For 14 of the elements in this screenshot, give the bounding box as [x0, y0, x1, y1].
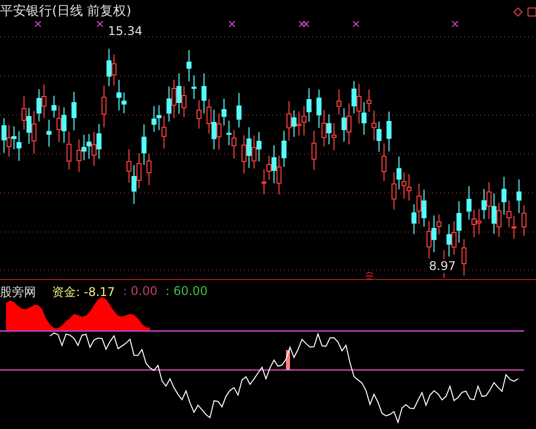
cross-marker-icon — [452, 21, 458, 27]
cross-marker-icon — [35, 21, 41, 27]
indicator-reading: : 60.00 — [165, 284, 208, 300]
indicator-reading: 资金: -8.17 — [52, 284, 115, 301]
diamond-icon[interactable] — [513, 7, 523, 17]
low-price-label: 8.97 — [428, 259, 457, 273]
indicator-reading: : 0.00 — [122, 284, 158, 300]
signal-marker-icon — [365, 272, 374, 280]
cross-marker-icon — [97, 21, 103, 27]
cross-marker-icon — [229, 21, 235, 27]
cross-marker-icon — [353, 21, 359, 27]
high-price-label: 15.34 — [108, 24, 142, 38]
indicator-name: 股旁网 — [0, 284, 36, 301]
chart-title: 平安银行(日线 前复权) — [0, 3, 132, 20]
